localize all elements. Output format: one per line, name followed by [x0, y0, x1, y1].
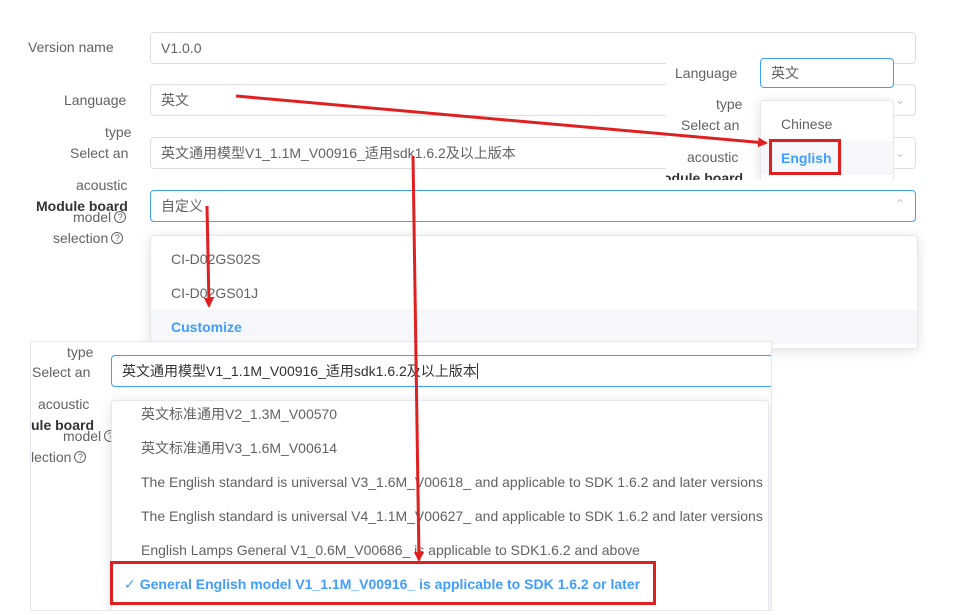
- acoustic-option[interactable]: 英文标准通用V3_1.6M_V00614: [112, 431, 768, 465]
- acoustic-option[interactable]: 英文标准通用V2_1.3M_V00570: [112, 397, 768, 431]
- language-popup-module-label: odule board: [666, 170, 744, 180]
- language-label: Language: [64, 92, 127, 108]
- acoustic-model-select-value: 英文通用模型V1_1.1M_V00916_适用sdk1.6.2及以上版本: [161, 145, 516, 161]
- language-popup-input[interactable]: 英文: [760, 58, 894, 88]
- acoustic-option[interactable]: The English standard is universal V3_1.6…: [112, 465, 768, 499]
- acoustic-popup-input-value: 英文通用模型V1_1.1M_V00916_适用sdk1.6.2及以上版本: [122, 363, 477, 379]
- acoustic-popup-type-label: type: [67, 344, 94, 360]
- module-option-selected[interactable]: Customize: [151, 310, 917, 344]
- acoustic-option[interactable]: The English standard is universal V4_1.1…: [112, 499, 768, 533]
- language-select-value: 英文: [161, 92, 189, 108]
- acoustic-popup-model-label: model?: [63, 426, 117, 447]
- help-icon[interactable]: ?: [114, 211, 127, 223]
- acoustic-popup-model-text: model: [63, 428, 102, 444]
- highlight-selected-model-box: [110, 561, 656, 605]
- acoustic-popup-input[interactable]: 英文通用模型V1_1.1M_V00916_适用sdk1.6.2及以上版本: [111, 355, 771, 387]
- help-icon[interactable]: ?: [111, 232, 124, 244]
- acoustic-popup-selection-label: lection?: [31, 447, 87, 468]
- language-popup-select-label: Select an: [681, 117, 740, 133]
- module-label-selection-text: selection: [53, 230, 109, 246]
- module-board-dropdown: CI-D02GS02S CI-D02GS01J Customize: [150, 235, 918, 349]
- acoustic-label-acoustic: acoustic: [76, 177, 128, 193]
- acoustic-label-select: Select an: [70, 145, 129, 161]
- version-name-label: Version name: [28, 39, 114, 55]
- language-popup-type-label: type: [716, 96, 743, 112]
- module-label-selection: selection?: [53, 228, 124, 249]
- module-board-select[interactable]: 自定义 ⌃: [150, 190, 916, 222]
- module-option[interactable]: CI-D02GS02S: [151, 242, 917, 276]
- acoustic-popup-acoustic-label: acoustic: [38, 396, 90, 412]
- chevron-down-icon: ⌄: [894, 146, 905, 160]
- chevron-down-icon: ⌄: [894, 93, 905, 107]
- acoustic-label-type: type: [105, 124, 132, 140]
- text-cursor: [476, 363, 478, 379]
- help-icon[interactable]: ?: [74, 451, 87, 463]
- chevron-up-icon: ⌃: [894, 197, 905, 211]
- module-board-select-value: 自定义: [161, 198, 203, 214]
- module-label-model: model?: [73, 207, 127, 228]
- language-popup-label: Language: [675, 65, 738, 81]
- module-label-model-text: model: [73, 209, 112, 225]
- language-option[interactable]: Chinese: [761, 107, 893, 141]
- highlight-english-box: [769, 139, 841, 175]
- acoustic-popup-select-label: Select an: [32, 364, 91, 380]
- acoustic-popup-selection-text: lection: [31, 449, 72, 465]
- module-option[interactable]: CI-D02GS01J: [151, 276, 917, 310]
- language-popup-acoustic-label: acoustic: [687, 149, 739, 165]
